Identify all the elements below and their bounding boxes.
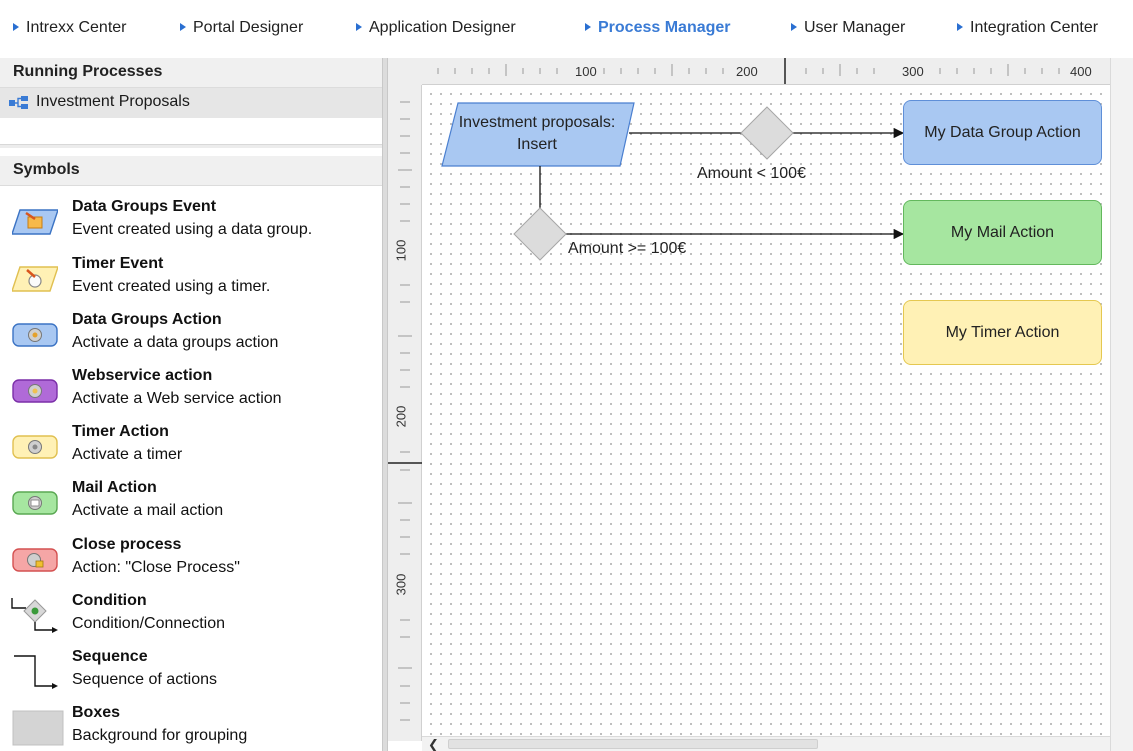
vertical-scrollbar[interactable] [1110, 58, 1133, 751]
data-group-action-icon [12, 323, 58, 347]
sequence-icon [14, 655, 58, 689]
nav-arrow-icon [13, 23, 19, 31]
webservice-action-icon [12, 379, 58, 403]
nav-integration-center[interactable]: Integration Center [957, 19, 1098, 37]
action-data-group[interactable]: My Data Group Action [903, 100, 1102, 165]
symbol-title: Mail Action [72, 479, 157, 496]
symbol-close-process[interactable]: Close process Action: "Close Process" [0, 536, 382, 592]
mail-action-icon [12, 491, 58, 515]
ruler-label: 100 [393, 239, 409, 262]
symbol-timer-event[interactable]: Timer Event Event created using a timer. [0, 255, 382, 311]
nav-label: Process Manager [598, 19, 731, 36]
running-processes-header: Running Processes [0, 58, 382, 88]
symbol-title: Close process [72, 536, 182, 553]
symbol-title: Boxes [72, 704, 121, 721]
symbol-description: Activate a data groups action [72, 334, 279, 351]
scroll-thumb[interactable] [448, 739, 818, 749]
ruler-label: 400 [1070, 64, 1092, 79]
condition-label-less[interactable]: Amount < 100€ [697, 165, 806, 183]
nav-arrow-icon [791, 23, 797, 31]
symbol-description: Action: "Close Process" [72, 559, 240, 576]
symbol-boxes[interactable]: Boxes Background for grouping [0, 704, 382, 751]
symbol-timer-action[interactable]: Timer Action Activate a timer [0, 423, 382, 479]
nav-label: Application Designer [369, 19, 516, 36]
process-list-item[interactable]: Investment Proposals [0, 88, 382, 118]
symbol-description: Event created using a timer. [72, 278, 271, 295]
symbol-description: Condition/Connection [72, 615, 225, 632]
nav-process-manager[interactable]: Process Manager [585, 19, 731, 37]
data-group-event-icon [12, 209, 58, 235]
symbol-webservice-action[interactable]: Webservice action Activate a Web service… [0, 367, 382, 423]
symbol-title: Timer Action [72, 423, 169, 440]
nav-portal-designer[interactable]: Portal Designer [180, 19, 303, 37]
ruler-label: 300 [393, 573, 409, 596]
ruler-label: 300 [902, 64, 924, 79]
nav-application-designer[interactable]: Application Designer [356, 19, 516, 37]
symbol-title: Condition [72, 592, 147, 609]
symbol-data-groups-action[interactable]: Data Groups Action Activate a data group… [0, 311, 382, 367]
ruler-corner [388, 58, 422, 85]
symbols-header: Symbols [0, 156, 382, 186]
nav-arrow-icon [180, 23, 186, 31]
nav-user-manager[interactable]: User Manager [791, 19, 905, 37]
symbol-description: Background for grouping [72, 727, 248, 744]
ruler-label: 100 [575, 64, 597, 79]
condition-icon [11, 598, 58, 633]
action-mail[interactable]: My Mail Action [903, 200, 1102, 265]
symbol-title: Data Groups Action [72, 311, 222, 328]
ruler-label: 200 [393, 405, 409, 428]
symbol-title: Sequence [72, 648, 148, 665]
symbol-title: Timer Event [72, 255, 164, 272]
close-process-icon [12, 548, 58, 572]
symbol-description: Event created using a data group. [72, 221, 313, 238]
symbol-description: Activate a timer [72, 446, 183, 463]
top-navigation: Intrexx Center Portal Designer Applicati… [0, 0, 1133, 58]
ruler-label: 200 [736, 64, 758, 79]
timer-event-icon [12, 266, 58, 292]
nav-label: Portal Designer [193, 19, 304, 36]
symbol-mail-action[interactable]: Mail Action Activate a mail action [0, 479, 382, 535]
symbol-condition[interactable]: Condition Condition/Connection [0, 592, 382, 648]
symbol-description: Activate a mail action [72, 502, 224, 519]
symbol-sequence[interactable]: Sequence Sequence of actions [0, 648, 382, 704]
nav-arrow-icon [585, 23, 591, 31]
process-tree-icon [9, 96, 28, 109]
horizontal-scrollbar[interactable]: ❮ [422, 736, 1110, 751]
event-investment-proposals-insert[interactable]: Investment proposals: Insert [442, 106, 632, 162]
scroll-left-icon[interactable]: ❮ [428, 737, 439, 751]
action-timer[interactable]: My Timer Action [903, 300, 1102, 365]
symbol-title: Webservice action [72, 367, 213, 384]
nav-label: Intrexx Center [26, 19, 127, 36]
process-canvas[interactable] [422, 85, 1110, 741]
nav-label: User Manager [804, 19, 906, 36]
vertical-ruler: 100 200 300 [388, 85, 422, 741]
symbol-description: Activate a Web service action [72, 390, 282, 407]
symbol-title: Data Groups Event [72, 198, 217, 215]
nav-intrexx-center[interactable]: Intrexx Center [13, 19, 126, 37]
timer-action-icon [12, 435, 58, 459]
nav-arrow-icon [957, 23, 963, 31]
panel-separator [0, 144, 382, 148]
horizontal-ruler: 100 200 300 400 [422, 58, 1110, 85]
left-panel: Running Processes Investment Proposals S… [0, 58, 382, 751]
condition-label-greater-equal[interactable]: Amount >= 100€ [568, 240, 686, 258]
nav-label: Integration Center [970, 19, 1099, 36]
process-name: Investment Proposals [36, 93, 190, 110]
symbol-data-groups-event[interactable]: Data Groups Event Event created using a … [0, 198, 382, 254]
box-icon [12, 710, 64, 746]
symbol-description: Sequence of actions [72, 671, 217, 688]
nav-arrow-icon [356, 23, 362, 31]
